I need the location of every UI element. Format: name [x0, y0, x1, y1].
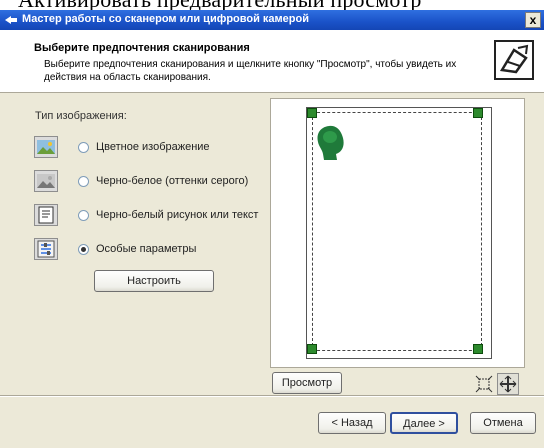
option-label: Черно-белое (оттенки серого)	[96, 175, 249, 187]
fragment-text: Активировать предварительный просмотр	[18, 0, 422, 10]
close-button[interactable]: x	[525, 12, 541, 28]
radio-custom[interactable]	[78, 244, 89, 255]
selection-handle[interactable]	[307, 108, 317, 118]
selection-handle[interactable]	[307, 344, 317, 354]
preview-image-blob	[317, 125, 344, 160]
zoom-icon[interactable]	[497, 373, 519, 395]
next-button[interactable]: Далее >	[390, 412, 458, 434]
radio-grayscale[interactable]	[78, 176, 89, 187]
footer-divider	[0, 395, 544, 397]
app-icon	[5, 16, 17, 24]
header-subtitle: Выберите предпочтения сканирования и щел…	[44, 59, 457, 83]
back-button[interactable]: < Назад	[318, 412, 386, 434]
selection-handle[interactable]	[473, 108, 483, 118]
preview-button[interactable]: Просмотр	[272, 372, 342, 394]
bw-text-icon	[34, 204, 58, 226]
scanner-wizard-window: Мастер работы со сканером или цифровой к…	[0, 10, 544, 448]
color-picture-icon	[34, 136, 58, 158]
window-title: Мастер работы со сканером или цифровой к…	[22, 13, 309, 25]
preview-page	[306, 107, 492, 359]
crop-to-selection-icon[interactable]	[475, 375, 493, 393]
preview-area	[270, 98, 525, 368]
wizard-header: Выберите предпочтения сканирования Выбер…	[0, 30, 544, 93]
background-text-fragment: Активировать предварительный просмотр	[0, 0, 544, 10]
option-label: Особые параметры	[96, 243, 197, 255]
configure-button[interactable]: Настроить	[94, 270, 214, 292]
header-title: Выберите предпочтения сканирования	[34, 42, 250, 54]
option-label: Цветное изображение	[96, 141, 210, 153]
title-bar[interactable]: Мастер работы со сканером или цифровой к…	[0, 10, 544, 30]
option-label: Черно-белый рисунок или текст	[96, 209, 259, 221]
custom-settings-icon	[34, 238, 58, 260]
selection-handle[interactable]	[473, 344, 483, 354]
grayscale-picture-icon	[34, 170, 58, 192]
scanner-wizard-icon	[494, 40, 534, 80]
cancel-button[interactable]: Отмена	[470, 412, 536, 434]
radio-bw-text[interactable]	[78, 210, 89, 221]
radio-color[interactable]	[78, 142, 89, 153]
image-type-label: Тип изображения:	[35, 110, 127, 122]
